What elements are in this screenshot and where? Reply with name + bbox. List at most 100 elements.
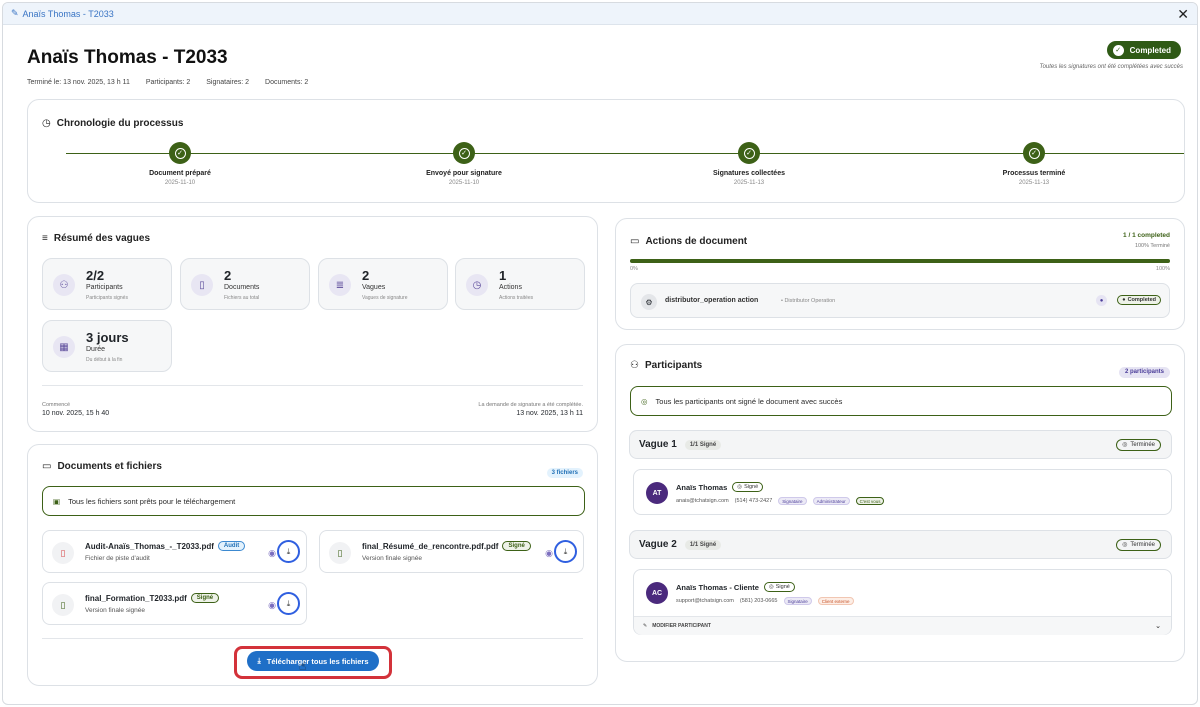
- stat-sub: Participants signés: [86, 295, 128, 301]
- download-button[interactable]: ⤓: [554, 540, 577, 563]
- file-item-audit[interactable]: ▯ Audit-Anaïs_Thomas_-_T2033.pdf Audit Fi…: [42, 530, 307, 573]
- stat-participants: ⚇ 2/2 Participants Participants signés: [42, 258, 172, 310]
- files-ready-text: Tous les fichiers sont prêts pour le tél…: [68, 496, 236, 506]
- role-tag: Client externe: [817, 597, 854, 605]
- download-button[interactable]: ⤓: [277, 592, 300, 615]
- info-icon[interactable]: ●: [1096, 295, 1107, 306]
- stat-name: Participants: [86, 284, 123, 291]
- users-icon: ⚇: [630, 360, 639, 371]
- participant-status: ◎ Signé: [763, 582, 795, 592]
- stat-value: 2: [224, 268, 232, 283]
- eye-icon[interactable]: ◉: [268, 548, 276, 559]
- avatar: AC: [646, 582, 668, 604]
- check-circle-icon: ◎: [641, 396, 648, 406]
- status-badge-label: Completed: [1129, 45, 1171, 55]
- step-date: 2025-11-10: [164, 180, 196, 186]
- stat-name: Actions: [499, 284, 522, 291]
- file-name: final_Formation_T2033.pdf: [85, 593, 187, 603]
- check-icon: ✓: [1028, 147, 1040, 159]
- edit-participant-label: MODIFIER PARTICIPANT: [652, 623, 711, 629]
- chevron-down-icon[interactable]: ⌄: [1155, 622, 1161, 630]
- action-sub: • Distributor Operation: [781, 298, 836, 304]
- stat-sub: Fichiers au total: [224, 295, 260, 301]
- actions-card: ▭ Actions de document 1 / 1 completed 100…: [615, 218, 1185, 330]
- participant-name-row: Anaïs Thomas - Cliente ◎ Signé: [676, 582, 795, 592]
- download-icon: ⤓: [257, 656, 261, 665]
- calendar-icon: ▦: [53, 336, 75, 358]
- participant-name: Anaïs Thomas: [676, 482, 728, 492]
- page-title: Anaïs Thomas - T2033: [27, 47, 228, 68]
- meta-participants: Participants: 2: [145, 79, 191, 86]
- progress-track: [630, 259, 1170, 263]
- edit-participant-row[interactable]: ✎ MODIFIER PARTICIPANT ⌄: [634, 616, 1171, 635]
- participant-card: AT Anaïs Thomas ◎ Signé anais@tchatsign.co…: [633, 469, 1172, 515]
- wave-header-2[interactable]: Vague 2 1/1 Signé ◎ Terminée: [629, 530, 1172, 559]
- download-all-button[interactable]: ⤓ Télécharger tous les fichiers: [247, 651, 379, 671]
- stat-waves: ≣ 2 Vagues Vagues de signature: [318, 258, 448, 310]
- wave-header-1[interactable]: Vague 1 1/1 Signé ◎ Terminée: [629, 430, 1172, 459]
- eye-icon[interactable]: ◉: [545, 548, 553, 559]
- progress-fill: [630, 259, 1170, 263]
- close-icon[interactable]: ✕: [1177, 7, 1189, 21]
- wave-status-text: Terminée: [1130, 541, 1155, 548]
- stat-name: Durée: [86, 346, 106, 353]
- participant-phone: (514) 473-2427: [734, 498, 773, 504]
- timeline-step: ✓ Processus terminé 2025-11-13: [964, 142, 1104, 186]
- step-label: Signatures collectées: [713, 170, 785, 177]
- file-name-row: final_Formation_T2033.pdf Signé: [85, 593, 220, 603]
- file-icon: ▯: [329, 542, 351, 564]
- participant-details: support@tchatsign.com (581) 203-0665 Signa…: [676, 597, 854, 605]
- timeline-title: ◷ Chronologie du processus: [42, 118, 183, 129]
- participant-name-row: Anaïs Thomas ◎ Signé: [676, 482, 764, 492]
- summary-title: ≡ Résumé des vagues: [42, 233, 150, 244]
- meta-signers: Signataires: 2: [206, 79, 250, 86]
- clock-icon: ◷: [42, 118, 51, 129]
- wave-signed: 1/1 Signé: [684, 539, 722, 550]
- stat-value: 1: [499, 268, 507, 283]
- pencil-icon: ✎: [643, 623, 648, 629]
- file-name-row: final_Résumé_de_rencontre.pdf.pdf Signé: [362, 541, 531, 551]
- participant-name: Anaïs Thomas - Cliente: [676, 582, 759, 592]
- check-icon: ◎: [1122, 542, 1128, 548]
- file-icon: ▯: [191, 274, 213, 296]
- file-item-resume[interactable]: ▯ final_Résumé_de_rencontre.pdf.pdf Signé…: [319, 530, 584, 573]
- title-bar: ✎ Anaïs Thomas - T2033 ✕: [3, 3, 1197, 25]
- file-item-formation[interactable]: ▯ final_Formation_T2033.pdf Signé Version…: [42, 582, 307, 625]
- participant-status-text: Signé: [775, 584, 790, 590]
- folder-icon: ▭: [630, 236, 640, 247]
- stat-name: Vagues: [362, 284, 386, 291]
- file-check-icon: ▣: [53, 496, 61, 506]
- check-icon: ✓: [174, 147, 186, 159]
- timeline-title-text: Chronologie du processus: [56, 118, 184, 129]
- role-tag: Signataire: [778, 497, 807, 505]
- stat-duration: ▦ 3 jours Durée Du début à la fin: [42, 320, 172, 372]
- download-button[interactable]: ⤓: [277, 540, 300, 563]
- wave-status: ◎ Terminée: [1116, 538, 1161, 551]
- check-icon: ✓: [743, 147, 755, 159]
- start-date: 10 nov. 2025, 15 h 40: [42, 410, 110, 417]
- step-date: 2025-11-13: [1018, 180, 1050, 186]
- file-sub: Fichier de piste d'audit: [85, 555, 150, 562]
- check-icon: ◎: [768, 584, 774, 590]
- participants-alert: ◎ Tous les participants ont signé le docu…: [630, 386, 1172, 416]
- file-name-row: Audit-Anaïs_Thomas_-_T2033.pdf Audit: [85, 541, 246, 551]
- folder-icon: ▭: [42, 461, 52, 472]
- check-icon: ✓: [1112, 44, 1124, 56]
- app-logo-icon: ✎: [11, 8, 19, 18]
- stat-value: 2: [362, 268, 370, 283]
- role-tag: Signataire: [783, 597, 812, 605]
- divider: [42, 638, 583, 639]
- eye-icon[interactable]: ◉: [268, 600, 276, 611]
- file-name: Audit-Anaïs_Thomas_-_T2033.pdf: [85, 541, 214, 551]
- participant-count-badge: 2 participants: [1118, 360, 1170, 378]
- status-badge: ✓ Completed: [1106, 41, 1181, 59]
- stat-sub: Du début à la fin: [86, 357, 123, 363]
- role-tag: C'est vous: [855, 497, 885, 505]
- file-name: final_Résumé_de_rencontre.pdf.pdf: [362, 541, 499, 551]
- progress-max: 100%: [1155, 266, 1170, 272]
- file-sub: Version finale signée: [362, 555, 422, 562]
- wave-label: Vague 2: [639, 539, 677, 550]
- action-item[interactable]: ⚙ distributor_operation action • Distrib…: [630, 283, 1170, 318]
- stat-value: 2/2: [86, 268, 105, 283]
- progress-min: 0%: [630, 266, 638, 272]
